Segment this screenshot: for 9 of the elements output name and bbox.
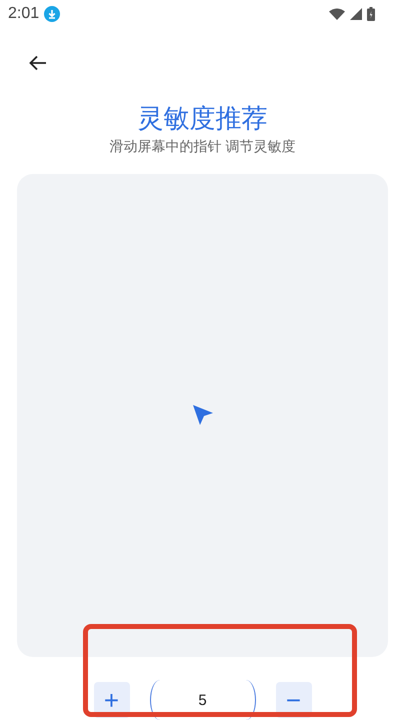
status-time: 2:01 [8, 4, 40, 23]
value-field[interactable]: 5 [150, 680, 256, 720]
signal-icon [350, 8, 362, 20]
page-subtitle: 滑动屏幕中的指针 调节灵敏度 [108, 138, 297, 156]
download-icon [44, 6, 60, 22]
pointer-icon[interactable] [190, 403, 214, 428]
wifi-icon [329, 8, 345, 20]
page-title: 灵敏度推荐 [136, 102, 268, 136]
battery-icon [367, 6, 375, 21]
